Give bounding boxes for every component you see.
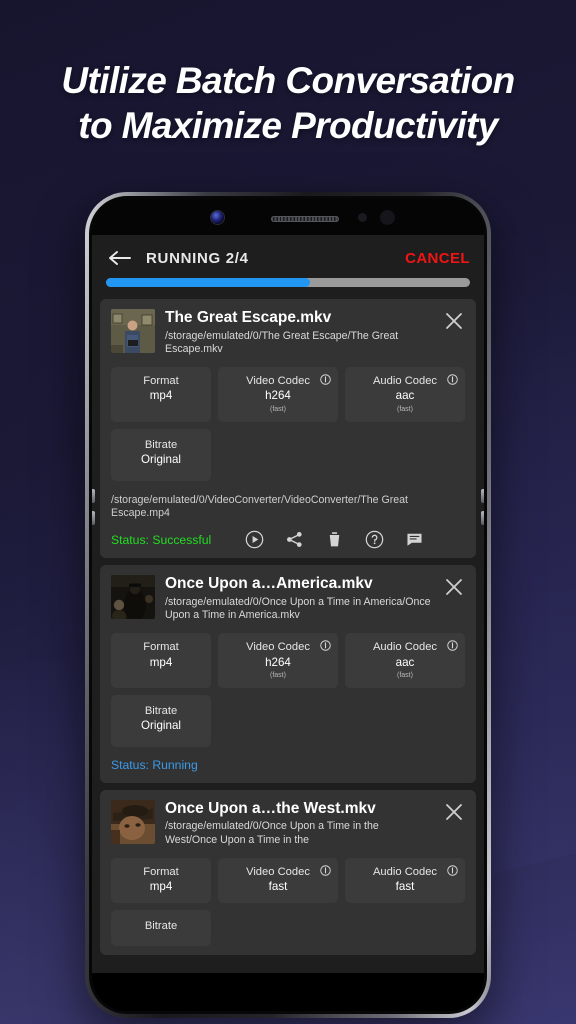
- info-icon[interactable]: [447, 864, 458, 876]
- chip-value: mp4: [149, 389, 173, 403]
- conversion-job-card[interactable]: The Great Escape.mkv/storage/emulated/0/…: [100, 299, 476, 559]
- info-icon[interactable]: [447, 374, 458, 385]
- video-thumbnail: [111, 309, 155, 353]
- chip-label: Format: [143, 641, 179, 653]
- chip-sub-label: (fast): [397, 405, 413, 413]
- light-sensor-icon: [380, 210, 395, 225]
- chip-label: Format: [143, 374, 179, 387]
- video-thumbnail: [111, 799, 155, 844]
- batch-progress-bar: [106, 278, 470, 287]
- chip-value: aac: [395, 655, 415, 669]
- video-thumbnail: [111, 575, 155, 620]
- chip-label: Bitrate: [144, 704, 178, 717]
- phone-top-bezel: [92, 199, 484, 235]
- volume-up-button[interactable]: [92, 489, 95, 503]
- phone-bottom-bezel: [92, 973, 484, 1011]
- earpiece-speaker-icon: [271, 216, 339, 222]
- info-icon[interactable]: [320, 374, 331, 385]
- chip-value: Original: [141, 719, 181, 733]
- chip-value: Original: [141, 453, 181, 467]
- running-status-title: RUNNING 2/4: [146, 249, 249, 267]
- job-source-path: /storage/emulated/0/Once Upon a Time in …: [165, 820, 379, 847]
- cancel-button[interactable]: CANCEL: [405, 250, 470, 267]
- job-status-row: Status: Running: [111, 758, 465, 774]
- job-setting-chip[interactable]: Video Codec fast: [218, 857, 338, 904]
- phone-mockup: RUNNING 2/4 CANCEL The Great Escape.mkv /…: [85, 192, 491, 1018]
- assistant-button[interactable]: [481, 511, 484, 525]
- chip-label: Video Codec: [246, 865, 310, 878]
- power-button[interactable]: [481, 489, 484, 503]
- bitrate-chip[interactable]: Bitrate: [111, 910, 211, 946]
- chip-value: h264: [265, 655, 291, 669]
- chip-value: aac: [395, 389, 415, 403]
- info-icon[interactable]: [447, 640, 458, 651]
- info-icon[interactable]: [320, 864, 331, 876]
- close-icon[interactable]: [443, 801, 465, 823]
- chip-value: h264: [265, 389, 291, 403]
- app-screen: RUNNING 2/4 CANCEL The Great Escape.mkv /…: [92, 235, 484, 973]
- job-file-name: Once Upon a…America.mkv: [165, 575, 373, 593]
- chip-label: Video Codec: [246, 374, 310, 387]
- conversion-job-card[interactable]: Once Upon a…the West.mkv/storage/emulate…: [100, 789, 476, 955]
- conversion-job-card[interactable]: Once Upon a…America.mkv/storage/emulated…: [100, 565, 476, 783]
- chip-label: Audio Codec: [372, 865, 438, 878]
- job-status-row: Status: Successful: [111, 530, 465, 549]
- chip-label: Bitrate: [144, 920, 178, 933]
- job-setting-chip[interactable]: Format mp4: [111, 366, 211, 422]
- proximity-sensor-icon: [358, 213, 367, 222]
- chip-value: mp4: [149, 655, 173, 669]
- chip-value: fast: [268, 880, 288, 894]
- app-bar: RUNNING 2/4 CANCEL: [92, 235, 484, 297]
- chip-label: Audio Codec: [372, 641, 438, 653]
- share-icon[interactable]: [285, 530, 304, 549]
- chip-label: Video Codec: [246, 641, 310, 653]
- job-setting-chip[interactable]: Format mp4: [111, 857, 211, 904]
- help-circle-icon[interactable]: [365, 530, 384, 549]
- job-output-path: /storage/emulated/0/VideoConverter/Video…: [111, 493, 408, 520]
- chip-sub-label: (fast): [270, 671, 286, 679]
- chip-label: Audio Codec: [372, 374, 438, 387]
- info-icon[interactable]: [320, 640, 331, 651]
- chip-sub-label: (fast): [397, 671, 413, 679]
- bitrate-chip[interactable]: Bitrate Original: [111, 428, 211, 481]
- chip-label: Format: [143, 865, 179, 878]
- conversion-job-list[interactable]: The Great Escape.mkv/storage/emulated/0/…: [92, 299, 484, 973]
- job-file-name: The Great Escape.mkv: [165, 309, 332, 326]
- trash-icon[interactable]: [325, 530, 344, 549]
- job-source-path: /storage/emulated/0/The Great Escape/The…: [165, 329, 399, 356]
- job-source-path: /storage/emulated/0/Once Upon a Time in …: [165, 595, 431, 622]
- headline-line-2: to Maximize Productivity: [78, 105, 498, 147]
- bitrate-chip[interactable]: Bitrate Original: [111, 694, 211, 747]
- chip-value: fast: [395, 880, 415, 894]
- job-setting-chip[interactable]: Video Codec h264 (fast): [218, 633, 338, 688]
- front-camera-icon: [211, 211, 224, 224]
- status-badge: Status: Successful: [111, 532, 212, 547]
- job-setting-chip[interactable]: Audio Codec aac (fast): [345, 366, 465, 422]
- job-setting-chip[interactable]: Video Codec h264 (fast): [218, 366, 338, 422]
- status-badge: Status: Running: [111, 757, 198, 772]
- job-file-name: Once Upon a…the West.mkv: [165, 799, 376, 817]
- play-circle-icon[interactable]: [245, 530, 264, 549]
- job-setting-chip[interactable]: Format mp4: [111, 633, 211, 688]
- chip-sub-label: (fast): [270, 405, 286, 413]
- batch-progress-fill: [106, 278, 310, 287]
- close-icon[interactable]: [443, 576, 465, 598]
- close-icon[interactable]: [443, 310, 465, 332]
- chip-label: Bitrate: [144, 438, 178, 451]
- arrow-left-icon[interactable]: [106, 247, 132, 269]
- promo-headline: Utilize Batch Conversation to Maximize P…: [0, 58, 576, 148]
- job-setting-chip[interactable]: Audio Codec aac (fast): [345, 633, 465, 688]
- comment-icon[interactable]: [405, 530, 424, 549]
- headline-line-1: Utilize Batch Conversation: [61, 60, 515, 101]
- volume-down-button[interactable]: [92, 511, 95, 525]
- chip-value: mp4: [149, 880, 173, 894]
- job-setting-chip[interactable]: Audio Codec fast: [345, 857, 465, 904]
